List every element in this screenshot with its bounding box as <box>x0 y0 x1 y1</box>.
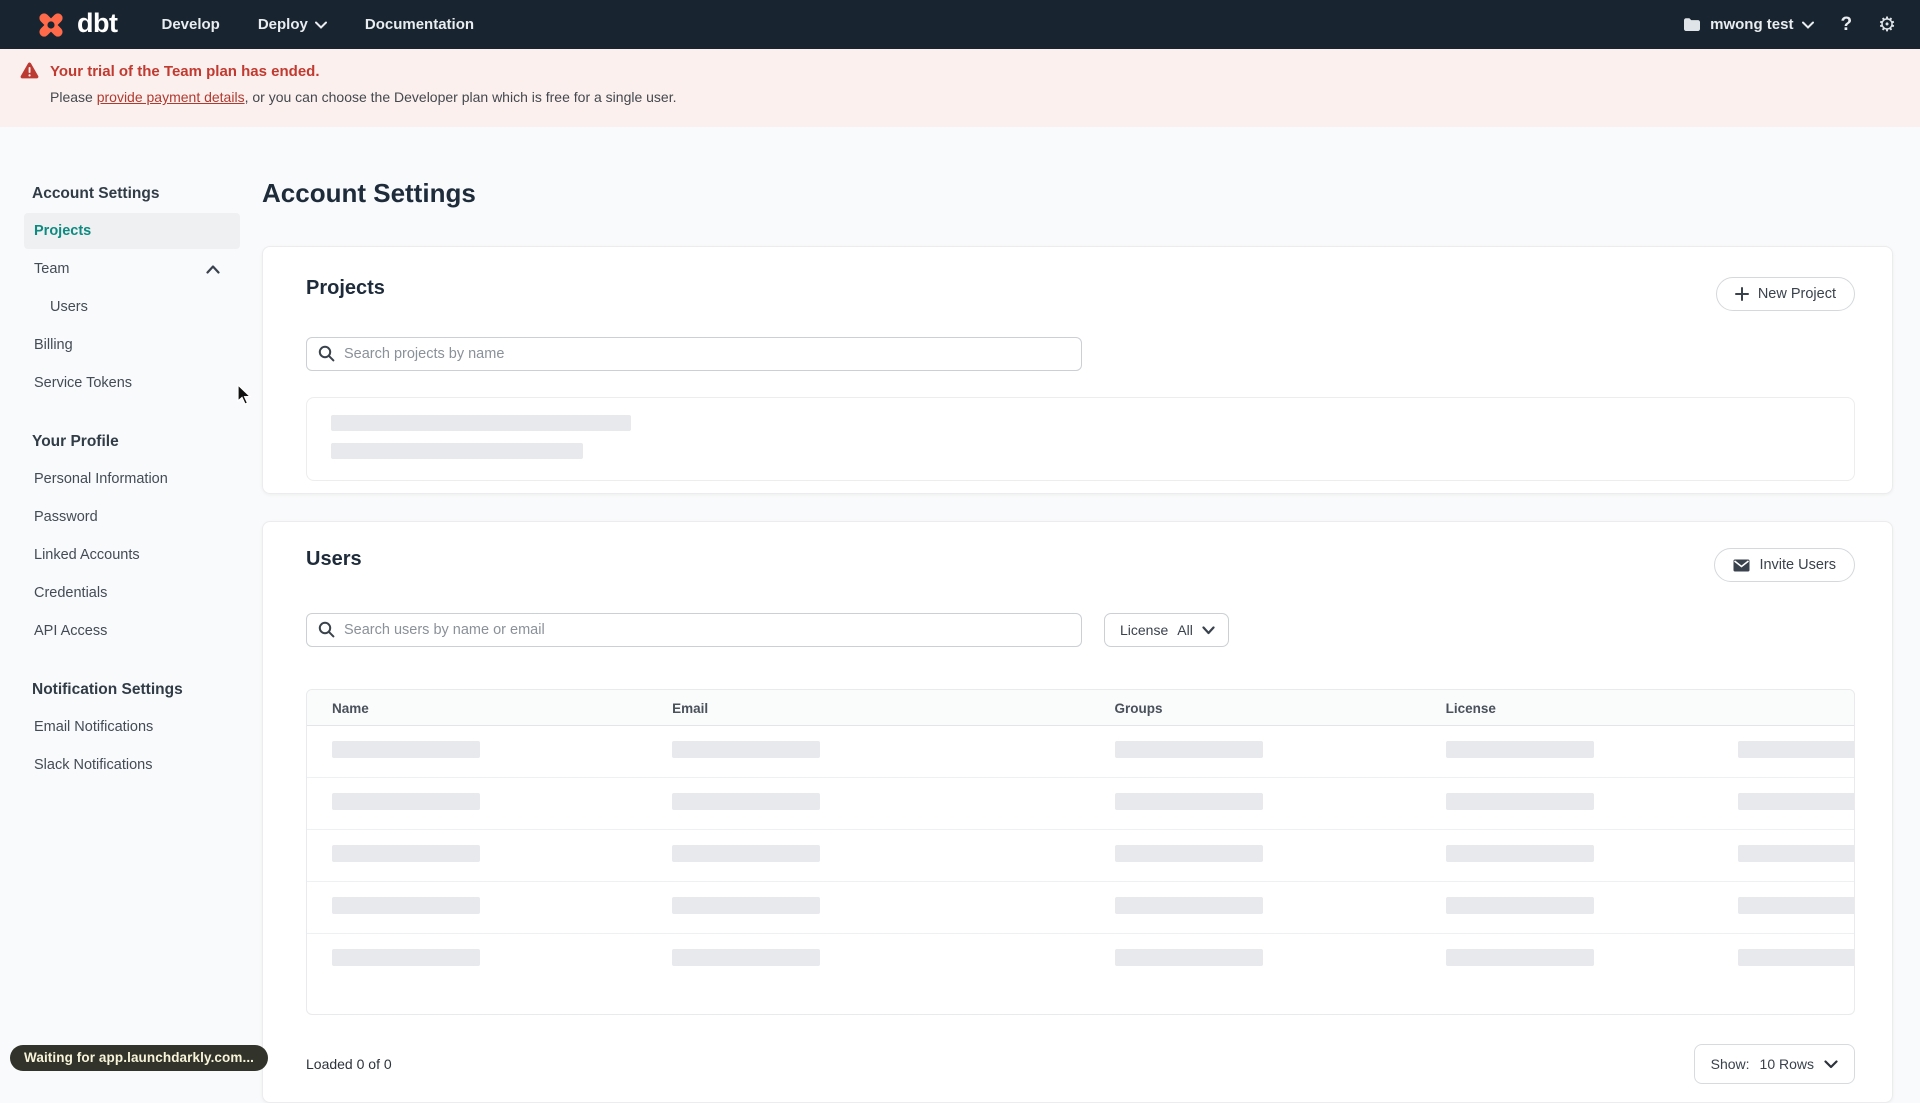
table-row-skeleton <box>307 934 1854 986</box>
column-header-license: License <box>1445 701 1496 716</box>
column-header-name: Name <box>332 701 369 716</box>
folder-icon <box>1683 17 1701 32</box>
skeleton-bar <box>1114 897 1263 914</box>
settings-sidebar: Account Settings Projects Team Users Bil… <box>0 127 262 1080</box>
skeleton-bar <box>1114 793 1263 810</box>
sidebar-item-slack-notifications[interactable]: Slack Notifications <box>24 747 240 783</box>
skeleton-bar <box>1737 845 1854 862</box>
skeleton-bar <box>332 845 480 862</box>
nav-item-develop[interactable]: Develop <box>161 16 219 33</box>
skeleton-bar <box>1737 741 1854 758</box>
table-row-skeleton <box>307 726 1854 778</box>
skeleton-bar <box>672 845 821 862</box>
page-title: Account Settings <box>262 178 476 208</box>
skeleton-bar <box>1445 741 1594 758</box>
license-filter-value: All <box>1177 622 1193 638</box>
dbt-logo-text: dbt <box>77 7 118 38</box>
provide-payment-details-link[interactable]: provide payment details <box>97 89 245 105</box>
skeleton-bar <box>332 897 480 914</box>
users-table: Name Email Groups License <box>306 689 1855 1015</box>
nav-item-documentation[interactable]: Documentation <box>365 16 474 33</box>
warning-triangle-icon <box>20 62 39 127</box>
column-header-groups: Groups <box>1114 701 1163 716</box>
sidebar-item-personal-information[interactable]: Personal Information <box>24 461 240 497</box>
loaded-count-text: Loaded 0 of 0 <box>306 1056 392 1072</box>
projects-loading-skeleton <box>306 397 1855 481</box>
help-icon[interactable]: ? <box>1840 14 1852 36</box>
top-nav: dbt Develop Deploy Documentation mwong t… <box>0 0 1920 49</box>
sidebar-item-linked-accounts[interactable]: Linked Accounts <box>24 537 240 573</box>
sidebar-item-team[interactable]: Team <box>24 251 240 287</box>
chevron-down-icon <box>1824 1059 1838 1069</box>
trial-ended-banner: Your trial of the Team plan has ended. P… <box>0 49 1920 127</box>
search-icon <box>318 345 335 362</box>
sidebar-header-notification-settings: Notification Settings <box>32 681 183 698</box>
sidebar-item-projects[interactable]: Projects <box>24 213 240 249</box>
skeleton-bar <box>331 415 631 431</box>
skeleton-bar <box>332 949 480 966</box>
table-row-skeleton <box>307 882 1854 934</box>
skeleton-bar <box>672 741 821 758</box>
chevron-up-icon <box>206 264 220 274</box>
skeleton-bar <box>1445 949 1594 966</box>
chevron-down-icon <box>1202 625 1215 635</box>
invite-users-button[interactable]: Invite Users <box>1714 548 1855 582</box>
chevron-down-icon <box>1802 21 1815 29</box>
license-filter-dropdown[interactable]: License All <box>1104 613 1229 647</box>
license-filter-label: License <box>1120 622 1169 638</box>
skeleton-bar <box>1445 897 1594 914</box>
skeleton-bar <box>332 793 480 810</box>
sidebar-item-api-access[interactable]: API Access <box>24 613 240 649</box>
nav-item-deploy[interactable]: Deploy <box>258 16 327 33</box>
users-card: Users Invite Users License Al <box>262 521 1893 1103</box>
sidebar-header-your-profile: Your Profile <box>32 433 119 450</box>
chevron-down-icon <box>314 21 327 29</box>
dbt-logo-icon <box>34 8 68 42</box>
search-icon <box>318 621 335 638</box>
skeleton-bar <box>1114 845 1263 862</box>
account-name: mwong test <box>1710 16 1794 33</box>
plus-icon <box>1734 287 1749 301</box>
main-content: Account Settings Projects New Project Se… <box>262 127 1893 1103</box>
show-rows-dropdown[interactable]: Show: 10 Rows <box>1693 1044 1855 1084</box>
skeleton-bar <box>331 443 583 459</box>
skeleton-bar <box>1737 897 1854 914</box>
skeleton-bar <box>672 897 821 914</box>
skeleton-bar <box>332 741 480 758</box>
column-header-email: Email <box>672 701 709 716</box>
table-row-skeleton <box>307 830 1854 882</box>
sidebar-item-password[interactable]: Password <box>24 499 240 535</box>
sidebar-header-account-settings: Account Settings <box>32 185 160 202</box>
sidebar-item-credentials[interactable]: Credentials <box>24 575 240 611</box>
skeleton-bar <box>1737 793 1854 810</box>
settings-gear-icon[interactable]: ⚙ <box>1878 15 1896 35</box>
account-switcher[interactable]: mwong test <box>1683 16 1815 33</box>
sidebar-item-service-tokens[interactable]: Service Tokens <box>24 365 240 401</box>
table-row-skeleton <box>307 778 1854 830</box>
banner-body: Please provide payment details, or you c… <box>50 89 677 106</box>
banner-title: Your trial of the Team plan has ended. <box>50 63 320 80</box>
sidebar-item-billing[interactable]: Billing <box>24 327 240 363</box>
skeleton-bar <box>1114 741 1263 758</box>
skeleton-bar <box>672 949 821 966</box>
skeleton-bar <box>1737 949 1854 966</box>
search-projects-input[interactable] <box>306 337 1082 371</box>
users-table-header: Name Email Groups License <box>307 690 1854 726</box>
dbt-logo[interactable]: dbt <box>34 7 118 42</box>
browser-status-tooltip: Waiting for app.launchdarkly.com... <box>10 1045 269 1071</box>
skeleton-bar <box>1445 845 1594 862</box>
skeleton-bar <box>672 793 821 810</box>
search-users-input[interactable] <box>306 613 1082 647</box>
projects-card-title: Projects <box>306 277 385 299</box>
users-card-title: Users <box>306 548 362 570</box>
skeleton-bar <box>1114 949 1263 966</box>
skeleton-bar <box>1445 793 1594 810</box>
sidebar-item-email-notifications[interactable]: Email Notifications <box>24 709 240 745</box>
projects-card: Projects New Project <box>262 246 1893 494</box>
envelope-icon <box>1733 559 1750 572</box>
new-project-button[interactable]: New Project <box>1715 277 1855 311</box>
sidebar-item-users[interactable]: Users <box>40 289 240 325</box>
